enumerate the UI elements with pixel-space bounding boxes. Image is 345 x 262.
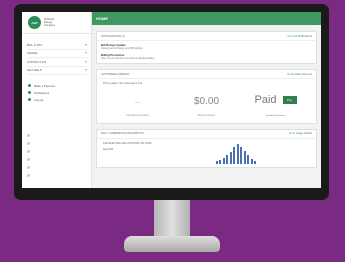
rail-dot-icon [27, 134, 30, 137]
usage-bar [250, 158, 253, 164]
usage-bar [243, 150, 246, 164]
usage-bar [240, 146, 243, 164]
link-label: Log out [34, 97, 44, 102]
sidebar-nav: BILL & PAY ▾ USAGE ▾ CONTACT US ▾ GET HE… [22, 34, 91, 75]
notification-item[interactable]: Billing Promotion Save on your bill when… [97, 51, 316, 63]
logo[interactable]: AEP Fictional Energy Company [22, 12, 91, 34]
sidebar-item-contact[interactable]: CONTACT US ▾ [27, 58, 87, 67]
sidebar-item-label: BILL & PAY [27, 42, 43, 47]
pay-due-label: Pay Due Amount [197, 115, 216, 117]
chevron-down-icon: ▾ [85, 68, 87, 73]
page-title: HOME [92, 12, 321, 25]
notification-text: Viewing new bill design and PDF options [101, 48, 143, 50]
sidebar-item-label: CONTACT US [27, 59, 47, 64]
usage-bar [226, 155, 229, 164]
chevron-down-icon: ▾ [85, 59, 87, 64]
sidebar-item-help[interactable]: GET HELP ▾ [27, 67, 87, 75]
dot-icon [28, 84, 31, 87]
notifications-title: NOTIFICATIONS (3) [101, 34, 125, 38]
rail-dot-icon [27, 166, 30, 169]
usage-bar [247, 155, 250, 164]
usage-title: DAILY COMPARISON (KILOWATTS) [101, 132, 144, 136]
all-notifications-link[interactable]: Go to all Notifications [287, 35, 312, 38]
link-label: Make a Payment [34, 83, 55, 88]
sidebar: AEP Fictional Energy Company BILL & PAY … [22, 12, 92, 188]
chevron-down-icon: ▾ [85, 42, 87, 47]
usage-date: Sep 2023 [103, 147, 114, 151]
last-payment-label: Last Payment Amount [126, 115, 149, 117]
sidebar-item-usage[interactable]: USAGE ▾ [27, 50, 87, 58]
usage-bar [229, 152, 232, 164]
logo-icon: AEP [28, 16, 41, 29]
usage-details-link[interactable]: Go to Usage Details [289, 132, 312, 135]
dot-icon [28, 98, 31, 101]
rail-dot-icon [27, 142, 30, 145]
service-address: 1234 ELECTRIC AVE, ANYTOWN, OH 12345 [103, 141, 152, 145]
notifications-card: NOTIFICATIONS (3) Go to all Notification… [96, 31, 317, 64]
account-title: CUSTOMER COMPANY [101, 72, 130, 76]
notification-title: Billing Promotion [101, 53, 125, 57]
usage-bar [219, 160, 222, 164]
usage-bar [233, 147, 236, 164]
rail-dot-icon [27, 158, 30, 161]
amount-value: $0.00 [193, 96, 220, 107]
scheduled-payment-label: Scheduled Payment [265, 115, 286, 117]
notifications-link[interactable]: Notifications [28, 89, 91, 96]
sidebar-rail [27, 134, 30, 182]
notification-item[interactable]: Bill Design Update Viewing new bill desi… [97, 41, 316, 51]
usage-bar [215, 161, 218, 164]
usage-bar-chart [215, 142, 310, 164]
notification-title: Bill Design Update [101, 43, 126, 47]
logout-link[interactable]: Log out [28, 96, 91, 103]
notification-text: Save on your bill when you enroll in pap… [101, 58, 155, 60]
make-payment-link[interactable]: Go To Make Payment [287, 73, 312, 76]
account-card: CUSTOMER COMPANY Go To Make Payment This… [96, 69, 317, 124]
rail-dot-icon [27, 150, 30, 153]
monitor-stand [124, 236, 220, 252]
dot-icon [28, 91, 31, 94]
monitor-neck [154, 200, 190, 236]
chevron-down-icon: ▾ [85, 51, 87, 56]
usage-card: DAILY COMPARISON (KILOWATTS) Go to Usage… [96, 128, 317, 168]
make-payment-link[interactable]: Make a Payment [28, 82, 91, 89]
monitor-screen: AEP Fictional Energy Company BILL & PAY … [22, 12, 321, 188]
logo-text: Fictional Energy Company [44, 17, 56, 28]
sidebar-item-label: GET HELP [27, 68, 42, 73]
due-date-value: --- [135, 100, 140, 106]
rail-dot-icon [27, 174, 30, 177]
usage-bar [222, 158, 225, 164]
link-label: Notifications [34, 90, 50, 95]
quick-links: Make a Payment Notifications Log out [22, 82, 91, 103]
usage-bar [254, 161, 257, 164]
pay-button[interactable]: Pay [282, 96, 297, 104]
sidebar-item-bill-pay[interactable]: BILL & PAY ▾ [27, 41, 87, 50]
sidebar-item-label: USAGE [27, 51, 38, 56]
paid-status: Paid [254, 94, 277, 106]
usage-bar [236, 143, 239, 164]
main-content: HOME NOTIFICATIONS (3) Go to all Notific… [92, 12, 321, 188]
account-stats: --- $0.00 Paid Pay [97, 85, 316, 115]
